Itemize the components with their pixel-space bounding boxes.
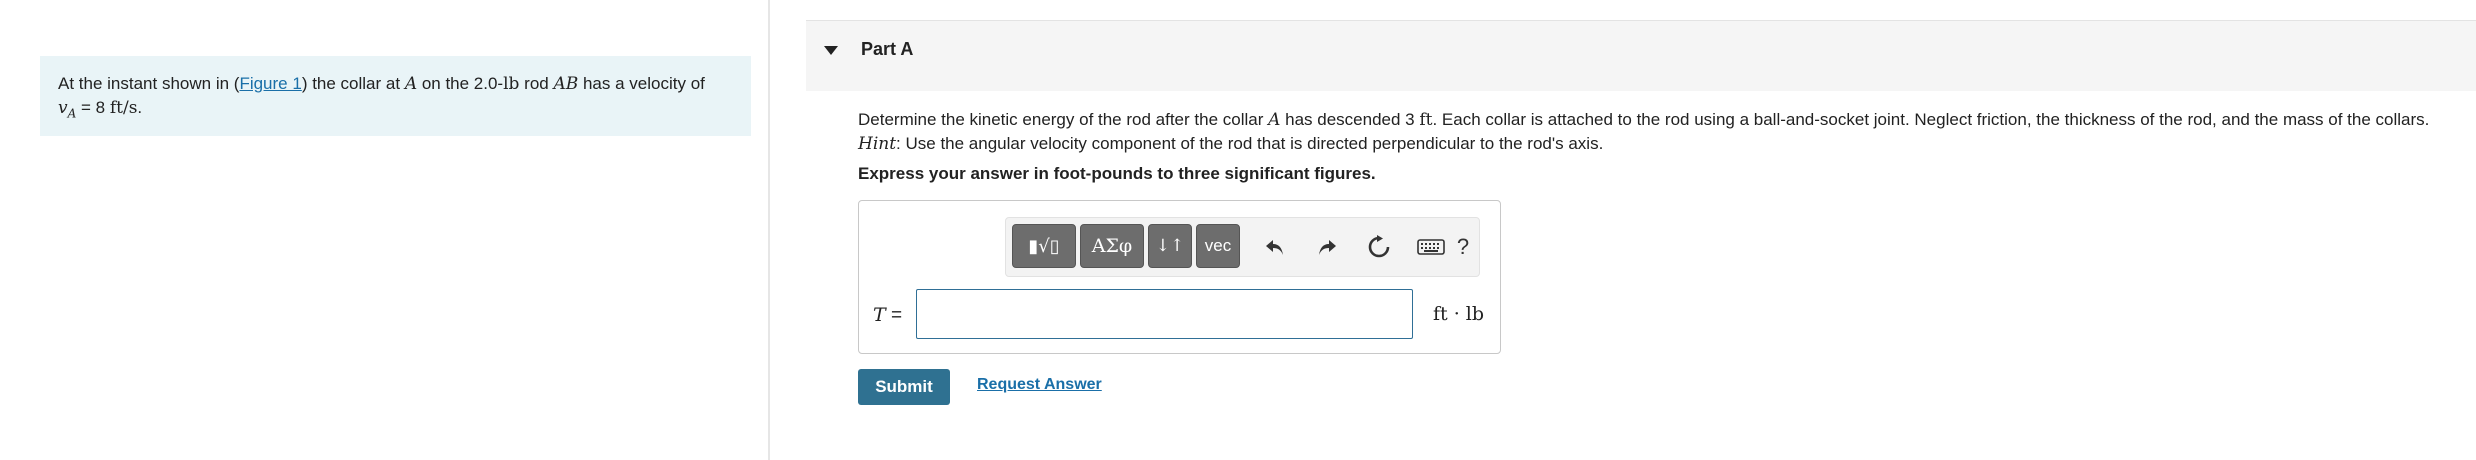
greek-symbols-button[interactable]: ΑΣφ	[1080, 224, 1144, 268]
problem-intro-line-1: At the instant shown in (Figure 1) the c…	[58, 74, 705, 94]
question-line-1: Determine the kinetic energy of the rod …	[858, 110, 2430, 130]
submit-button[interactable]: Submit	[858, 369, 950, 405]
velocity-unit: ft/s	[109, 98, 138, 118]
answer-instruction: Express your answer in foot-pounds to th…	[858, 164, 1376, 183]
answer-input[interactable]	[916, 289, 1413, 339]
part-a-header[interactable]	[806, 20, 2476, 91]
question-pane: Part A Determine the kinetic energy of t…	[770, 0, 2476, 460]
templates-button[interactable]: ▮√▯	[1012, 224, 1076, 268]
reset-icon	[1368, 235, 1390, 258]
figure-1-link[interactable]: Figure 1	[239, 74, 301, 93]
greek-symbols-icon: ΑΣφ	[1091, 235, 1133, 257]
pound-unit: lb	[503, 74, 520, 94]
collar-a-symbol: A	[404, 74, 418, 94]
rod-ab-symbol: AB	[553, 74, 579, 94]
answer-units: ft · lb	[1433, 303, 1485, 325]
hint-line: Hint: Use the angular velocity component…	[858, 134, 1604, 154]
keyboard-icon	[1417, 239, 1445, 255]
arrows-icon: ↓↑	[1155, 236, 1185, 256]
vector-icon: vec	[1204, 236, 1232, 255]
problem-intro-box: At the instant shown in (Figure 1) the c…	[40, 56, 751, 136]
answer-variable-label: T =	[873, 304, 903, 326]
hint-label: Hint	[858, 134, 897, 154]
undo-icon	[1266, 240, 1283, 255]
problem-intro-pane: At the instant shown in (Figure 1) the c…	[0, 0, 768, 460]
vector-button[interactable]: vec	[1196, 224, 1240, 268]
keyboard-button[interactable]	[1416, 232, 1446, 262]
arrows-button[interactable]: ↓↑	[1148, 224, 1192, 268]
math-toolbar: ▮√▯ ΑΣφ ↓↑ vec ?	[1005, 217, 1480, 277]
help-icon: ?	[1456, 234, 1470, 259]
collapse-caret-icon[interactable]	[824, 46, 838, 55]
templates-icon: ▮√▯	[1028, 235, 1060, 257]
velocity-expression: vA = 8 ft/s.	[58, 98, 143, 121]
help-button[interactable]: ?	[1448, 232, 1478, 262]
redo-button[interactable]	[1312, 232, 1342, 262]
reset-button[interactable]	[1364, 232, 1394, 262]
part-title: Part A	[861, 39, 914, 59]
undo-button[interactable]	[1260, 232, 1290, 262]
redo-icon	[1319, 240, 1336, 255]
question-text: Determine the kinetic energy of the rod …	[858, 108, 2429, 156]
answer-box: ▮√▯ ΑΣφ ↓↑ vec ? T = ft · lb	[858, 200, 1501, 354]
request-answer-link[interactable]: Request Answer	[977, 376, 1102, 394]
